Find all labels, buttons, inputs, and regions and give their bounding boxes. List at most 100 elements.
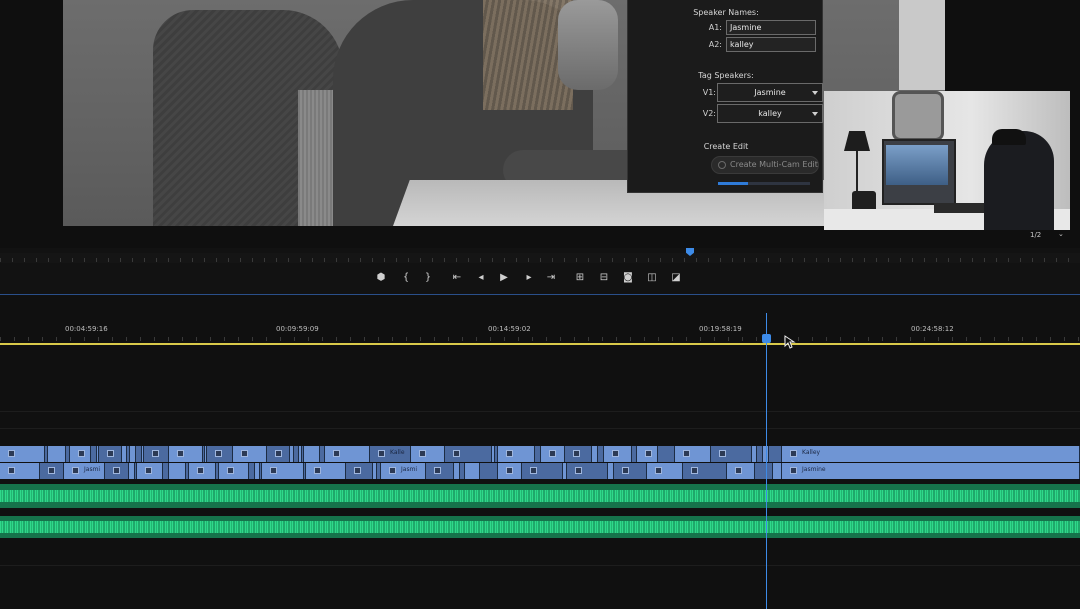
v1-speaker-select[interactable]: Jasmine bbox=[717, 83, 823, 102]
play-icon[interactable]: ▶ bbox=[495, 268, 513, 288]
clip-label: Jasmi bbox=[84, 466, 101, 473]
step-back-icon[interactable]: ◂ bbox=[472, 268, 490, 288]
video-clip[interactable] bbox=[755, 463, 773, 479]
video-clip[interactable] bbox=[614, 463, 647, 479]
timecode-label: 00:14:59:02 bbox=[488, 325, 531, 333]
video-clip[interactable] bbox=[325, 446, 370, 462]
timecode-label: 00:19:58:19 bbox=[699, 325, 742, 333]
clip-fx-badge-icon bbox=[378, 450, 385, 457]
playhead-handle[interactable] bbox=[762, 334, 771, 343]
chevron-down-icon bbox=[812, 112, 818, 116]
time-ruler[interactable] bbox=[0, 337, 1080, 341]
video-clip[interactable] bbox=[637, 446, 658, 462]
video-clip[interactable] bbox=[411, 446, 445, 462]
video-clip[interactable] bbox=[99, 446, 122, 462]
video-clip[interactable]: Jasmi bbox=[381, 463, 426, 479]
clip-fx-badge-icon bbox=[434, 467, 441, 474]
camera-icon[interactable]: ◙ bbox=[619, 268, 637, 288]
video-clip[interactable] bbox=[604, 446, 632, 462]
multicam-dialog: Speaker Names: A1: Jasmine A2: kalley Ta… bbox=[627, 0, 823, 193]
video-clip[interactable] bbox=[773, 463, 782, 479]
a2-label: A2: bbox=[708, 40, 722, 49]
clip-fx-badge-icon bbox=[333, 450, 340, 457]
v2-speaker-select[interactable]: kalley bbox=[717, 104, 823, 123]
audio-track-a1[interactable] bbox=[0, 484, 1080, 508]
timeline-playhead[interactable] bbox=[766, 313, 767, 609]
video-clip[interactable]: Kalley bbox=[782, 446, 1080, 462]
video-track-v2[interactable]: Kalle Kalley bbox=[0, 446, 1080, 462]
video-clip[interactable] bbox=[262, 463, 304, 479]
clip-fx-badge-icon bbox=[691, 467, 698, 474]
video-clip[interactable] bbox=[565, 446, 592, 462]
mouse-cursor-icon bbox=[784, 335, 796, 349]
video-clip[interactable] bbox=[675, 446, 711, 462]
video-clip[interactable] bbox=[267, 446, 290, 462]
mark-out-icon[interactable]: } bbox=[419, 268, 437, 288]
video-clip[interactable] bbox=[769, 446, 782, 462]
video-clip[interactable] bbox=[711, 446, 752, 462]
video-clip[interactable] bbox=[0, 446, 45, 462]
timeline-panel: 00:04:59:16 00:09:59:09 00:14:59:02 00:1… bbox=[0, 294, 1080, 609]
overwrite-icon[interactable]: ⊟ bbox=[595, 268, 613, 288]
video-clip[interactable] bbox=[498, 446, 535, 462]
camera-inset-video bbox=[824, 91, 1070, 230]
export-frame-icon[interactable]: ◪ bbox=[667, 268, 685, 288]
video-clip[interactable] bbox=[426, 463, 454, 479]
go-to-out-icon[interactable]: ⇥ bbox=[542, 268, 560, 288]
video-clip[interactable]: Kalle bbox=[370, 446, 411, 462]
compare-icon[interactable]: ◫ bbox=[643, 268, 661, 288]
video-clip[interactable] bbox=[480, 463, 498, 479]
clip-fx-badge-icon bbox=[8, 450, 15, 457]
video-clip[interactable] bbox=[522, 463, 563, 479]
video-clip[interactable] bbox=[40, 463, 64, 479]
video-clip[interactable] bbox=[0, 463, 40, 479]
v1-selected-value: Jasmine bbox=[754, 88, 786, 97]
video-clip[interactable] bbox=[541, 446, 565, 462]
video-clip[interactable] bbox=[219, 463, 249, 479]
video-clip[interactable] bbox=[306, 463, 346, 479]
video-clip[interactable] bbox=[465, 463, 480, 479]
video-clip[interactable] bbox=[304, 446, 320, 462]
clip-fx-badge-icon bbox=[270, 467, 277, 474]
resolution-select[interactable]: 1/2 ⌄ bbox=[1022, 229, 1072, 242]
video-clip[interactable] bbox=[169, 463, 186, 479]
clip-fx-badge-icon bbox=[506, 450, 513, 457]
video-clip[interactable] bbox=[727, 463, 755, 479]
clip-fx-badge-icon bbox=[790, 467, 797, 474]
video-clip[interactable] bbox=[189, 463, 216, 479]
video-clip[interactable]: Jasmi bbox=[64, 463, 105, 479]
video-clip[interactable] bbox=[658, 446, 675, 462]
clip-fx-badge-icon bbox=[655, 467, 662, 474]
video-clip[interactable] bbox=[70, 446, 91, 462]
clip-label: Jasmi bbox=[401, 466, 418, 473]
create-multicam-edit-button[interactable]: Create Multi-Cam Edit bbox=[711, 156, 819, 174]
video-clip[interactable] bbox=[346, 463, 373, 479]
a1-speaker-name-input[interactable]: Jasmine bbox=[726, 20, 816, 35]
video-clip[interactable] bbox=[498, 463, 522, 479]
video-clip[interactable] bbox=[683, 463, 727, 479]
video-clip[interactable] bbox=[48, 446, 66, 462]
video-clip[interactable] bbox=[647, 463, 683, 479]
video-clip[interactable]: Jasmine bbox=[782, 463, 1080, 479]
work-area-bar[interactable] bbox=[0, 343, 1080, 345]
insert-icon[interactable]: ⊞ bbox=[571, 268, 589, 288]
clip-fx-badge-icon bbox=[241, 450, 248, 457]
video-clip[interactable] bbox=[233, 446, 267, 462]
audio-track-a2[interactable] bbox=[0, 516, 1080, 538]
video-clip[interactable] bbox=[567, 463, 608, 479]
video-clip[interactable] bbox=[169, 446, 203, 462]
video-clip[interactable] bbox=[207, 446, 233, 462]
video-clip[interactable] bbox=[105, 463, 129, 479]
step-forward-icon[interactable]: ▸ bbox=[520, 268, 538, 288]
go-to-in-icon[interactable]: ⇤ bbox=[448, 268, 466, 288]
audio-waveform bbox=[0, 521, 1080, 533]
mark-in-icon[interactable]: { bbox=[397, 268, 415, 288]
video-clip[interactable] bbox=[144, 446, 169, 462]
a2-speaker-name-input[interactable]: kalley bbox=[726, 37, 816, 52]
video-clip[interactable] bbox=[137, 463, 163, 479]
clip-fx-badge-icon bbox=[48, 467, 55, 474]
video-clip[interactable] bbox=[445, 446, 492, 462]
clip-fx-badge-icon bbox=[612, 450, 619, 457]
marker-icon[interactable]: ⬢ bbox=[372, 268, 390, 288]
video-track-v1[interactable]: Jasmi Jasmi Jasmine bbox=[0, 463, 1080, 479]
